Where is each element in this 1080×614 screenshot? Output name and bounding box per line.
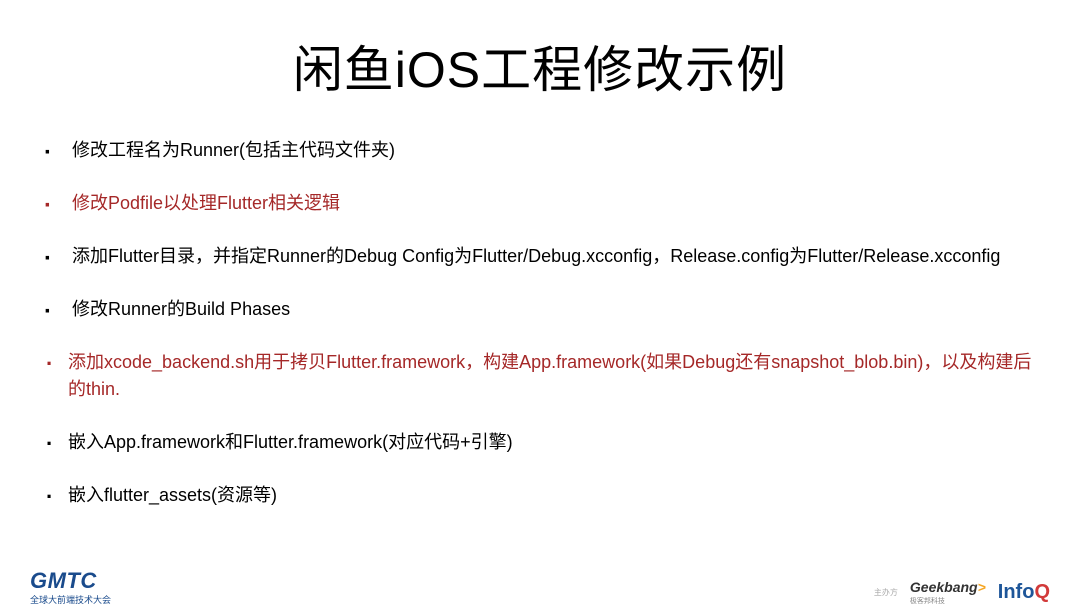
footer: GMTC 全球大前端技术大会 主办方 Geekbang> 极客邦科技 InfoQ [0, 568, 1080, 606]
slide-container: 闲鱼iOS工程修改示例 修改工程名为Runner(包括主代码文件夹) 修改Pod… [0, 0, 1080, 614]
bullet-list: 修改工程名为Runner(包括主代码文件夹) 修改Podfile以处理Flutt… [40, 137, 1040, 509]
slide-content: 修改工程名为Runner(包括主代码文件夹) 修改Podfile以处理Flutt… [40, 137, 1040, 509]
gmtc-logo: GMTC [30, 568, 97, 594]
footer-left: GMTC 全球大前端技术大会 [30, 568, 111, 606]
infoq-logo: InfoQ [998, 581, 1050, 604]
infoq-pre: Info [998, 581, 1035, 603]
gmtc-subtitle: 全球大前端技术大会 [30, 593, 111, 606]
sponsor-label: 主办方 [874, 587, 898, 598]
bullet-text: 修改Runner的Build Phases [72, 299, 290, 319]
sub-bullet-item: 嵌入flutter_assets(资源等) [56, 482, 1040, 509]
bullet-item: 修改工程名为Runner(包括主代码文件夹) [40, 137, 1040, 164]
geekbang-logo: Geekbang> 极客邦科技 [910, 579, 986, 606]
sub-bullet-highlight: 添加xcode_backend.sh用于拷贝Flutter.framework，… [56, 349, 1040, 403]
sub-bullet-list: 添加xcode_backend.sh用于拷贝Flutter.framework，… [72, 349, 1040, 509]
sub-bullet-item: 嵌入App.framework和Flutter.framework(对应代码+引… [56, 429, 1040, 456]
bullet-item: 修改Runner的Build Phases 添加xcode_backend.sh… [40, 296, 1040, 509]
slide-title: 闲鱼iOS工程修改示例 [40, 30, 1040, 102]
geekbang-arrow: > [978, 579, 986, 595]
footer-right: 主办方 Geekbang> 极客邦科技 InfoQ [874, 579, 1050, 606]
geekbang-subtitle: 极客邦科技 [910, 596, 986, 606]
bullet-item: 添加Flutter目录，并指定Runner的Debug Config为Flutt… [40, 243, 1040, 270]
bullet-item-highlight: 修改Podfile以处理Flutter相关逻辑 [40, 190, 1040, 217]
infoq-q: Q [1034, 581, 1050, 603]
geekbang-text: Geekbang [910, 579, 978, 595]
